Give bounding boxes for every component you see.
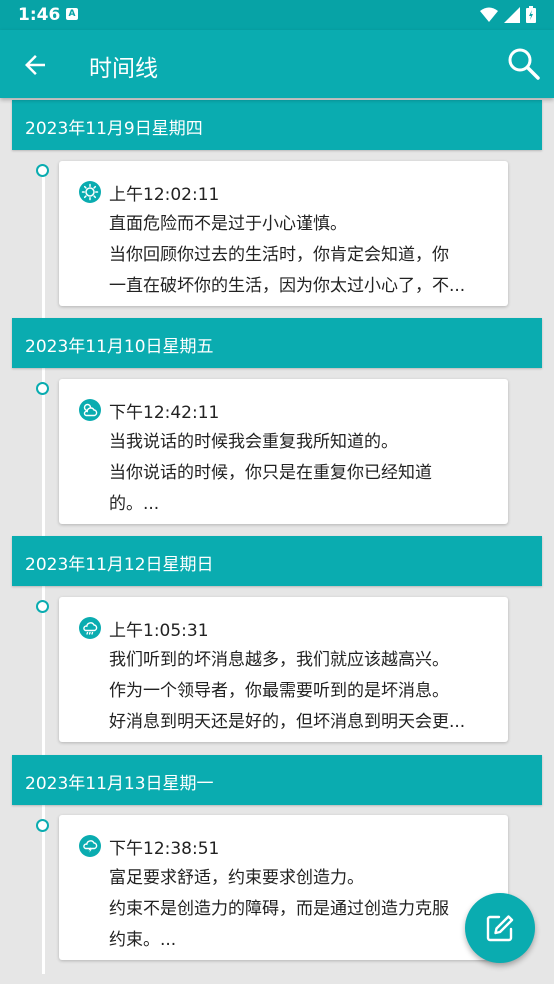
- entry-text-line: 当你说话的时候，你只是在重复你已经知道: [109, 463, 432, 483]
- entry-text-line: 当你回顾你过去的生活时，你肯定会知道，你: [109, 245, 449, 265]
- status-time: 1:46: [18, 5, 61, 25]
- entry-text-line: 富足要求舒适，约束要求创造力。: [109, 868, 364, 888]
- battery-icon: [526, 6, 536, 23]
- timeline-dot: [36, 164, 49, 177]
- timeline-card[interactable]: 下午12:38:51 富足要求舒适，约束要求创造力。 约束不是创造力的障碍，而是…: [59, 815, 508, 960]
- entry-time: 下午12:38:51: [109, 839, 220, 859]
- date-header: 2023年11月13日星期一: [12, 755, 542, 805]
- timeline-dot: [36, 600, 49, 613]
- date-header: 2023年11月9日星期四: [12, 100, 542, 150]
- app-bar: 时间线: [0, 30, 554, 98]
- search-icon[interactable]: [506, 46, 542, 82]
- back-arrow-icon[interactable]: [20, 50, 50, 80]
- date-label: 2023年11月10日星期五: [25, 337, 214, 357]
- entry-time: 上午1:05:31: [109, 621, 209, 641]
- partly-cloudy-icon: [79, 399, 101, 421]
- wifi-icon: [480, 7, 498, 22]
- date-header: 2023年11月12日星期日: [12, 536, 542, 586]
- timeline-card[interactable]: 上午1:05:31 我们听到的坏消息越多，我们就应该越高兴。 作为一个领导者，你…: [59, 597, 508, 742]
- timeline-card[interactable]: 下午12:42:11 当我说话的时候我会重复我所知道的。 当你说话的时候，你只是…: [59, 379, 508, 524]
- new-entry-button[interactable]: [465, 893, 535, 963]
- entry-text-line: 作为一个领导者，你最需要听到的是坏消息。: [109, 681, 449, 701]
- entry-text-line: 约束不是创造力的障碍，而是通过创造力克服: [109, 899, 449, 919]
- timeline-card[interactable]: 上午12:02:11 直面危险而不是过于小心谨慎。 当你回顾你过去的生活时，你肯…: [59, 161, 508, 306]
- date-label: 2023年11月12日星期日: [25, 555, 214, 575]
- date-label: 2023年11月9日星期四: [25, 119, 203, 139]
- notification-a-icon: A: [66, 8, 78, 20]
- entry-text-line: 好消息到明天还是好的，但坏消息到明天会更...: [109, 712, 466, 732]
- rain-icon: [79, 617, 101, 639]
- signal-icon: [504, 6, 520, 23]
- page-title: 时间线: [89, 56, 158, 82]
- status-bar: 1:46 A: [0, 0, 554, 30]
- timeline-dot: [36, 819, 49, 832]
- entry-text-line: 约束。...: [109, 930, 177, 950]
- thunderstorm-icon: [79, 835, 101, 857]
- entry-text-line: 直面危险而不是过于小心谨慎。: [109, 214, 347, 234]
- entry-text-line: 当我说话的时候我会重复我所知道的。: [109, 432, 398, 452]
- entry-text-line: 的。...: [109, 494, 160, 514]
- entry-text-line: 我们听到的坏消息越多，我们就应该越高兴。: [109, 650, 449, 670]
- date-header: 2023年11月10日星期五: [12, 318, 542, 368]
- entry-time: 下午12:42:11: [109, 403, 220, 423]
- edit-icon: [486, 915, 514, 942]
- entry-text-line: 一直在破坏你的生活，因为你太过小心了，不...: [109, 276, 466, 296]
- sun-icon: [79, 181, 101, 203]
- timeline-dot: [36, 382, 49, 395]
- timeline-list[interactable]: 2023年11月9日星期四 上午12:02:11 直面危险而不是过于小心谨慎。 …: [0, 98, 554, 984]
- date-label: 2023年11月13日星期一: [25, 774, 214, 794]
- entry-time: 上午12:02:11: [109, 185, 220, 205]
